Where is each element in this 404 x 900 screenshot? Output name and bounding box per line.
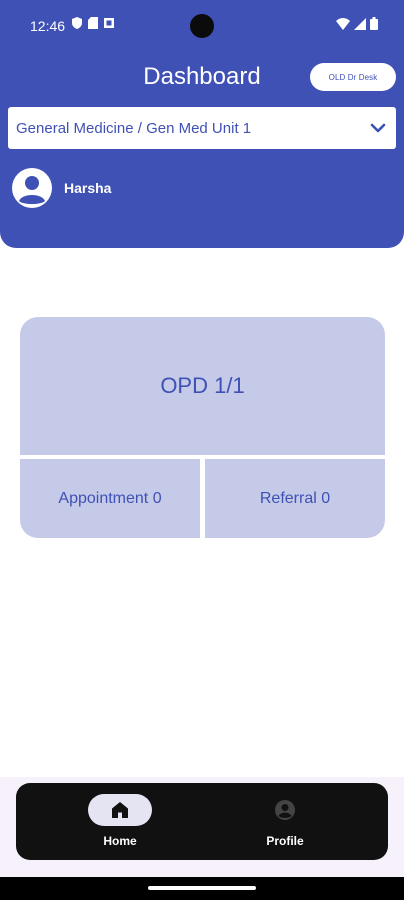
unit-selector-value: General Medicine / Gen Med Unit 1 (16, 119, 252, 137)
user-info: Harsha (12, 168, 111, 208)
account-circle-icon (12, 168, 52, 208)
home-icon (112, 802, 128, 818)
user-name: Harsha (64, 180, 112, 196)
battery-icon (370, 17, 378, 30)
notification-icon (104, 18, 114, 28)
unit-selector-dropdown[interactable]: General Medicine / Gen Med Unit 1 (8, 107, 396, 149)
nav-label-profile: Profile (266, 834, 304, 848)
status-time: 12:46 (30, 18, 66, 34)
camera-cutout (190, 14, 214, 38)
appointment-tile[interactable]: Appointment 0 (20, 459, 200, 538)
system-navigation-bar (0, 877, 404, 900)
opd-tile[interactable]: OPD 1/1 (20, 317, 385, 455)
profile-icon (275, 800, 295, 820)
dashboard-card: OPD 1/1 Appointment 0 Referral 0 (20, 317, 385, 538)
shield-icon (72, 17, 82, 29)
signal-icon (354, 17, 366, 30)
profile-icon-wrap (253, 794, 317, 826)
status-bar: 12:46 (0, 12, 404, 42)
nav-label-home: Home (103, 834, 137, 848)
old-dr-desk-button[interactable]: OLD Dr Desk (310, 63, 396, 91)
appointment-label: Appointment 0 (58, 489, 162, 507)
status-icons-left (72, 17, 114, 29)
sd-card-icon (88, 17, 98, 29)
chevron-down-icon (370, 123, 386, 133)
wifi-icon (336, 17, 350, 30)
header-panel: 12:46 Dashboard OLD Dr Desk General Medi… (0, 0, 404, 248)
referral-label: Referral 0 (259, 489, 331, 507)
opd-label: OPD 1/1 (160, 373, 245, 398)
status-icons-right (336, 17, 378, 30)
bottom-navigation: Home Profile (16, 783, 388, 860)
nav-item-profile[interactable]: Profile (225, 783, 345, 860)
gesture-handle[interactable] (148, 886, 256, 890)
referral-tile[interactable]: Referral 0 (205, 459, 385, 538)
active-indicator (88, 794, 152, 826)
nav-item-home[interactable]: Home (60, 783, 180, 860)
